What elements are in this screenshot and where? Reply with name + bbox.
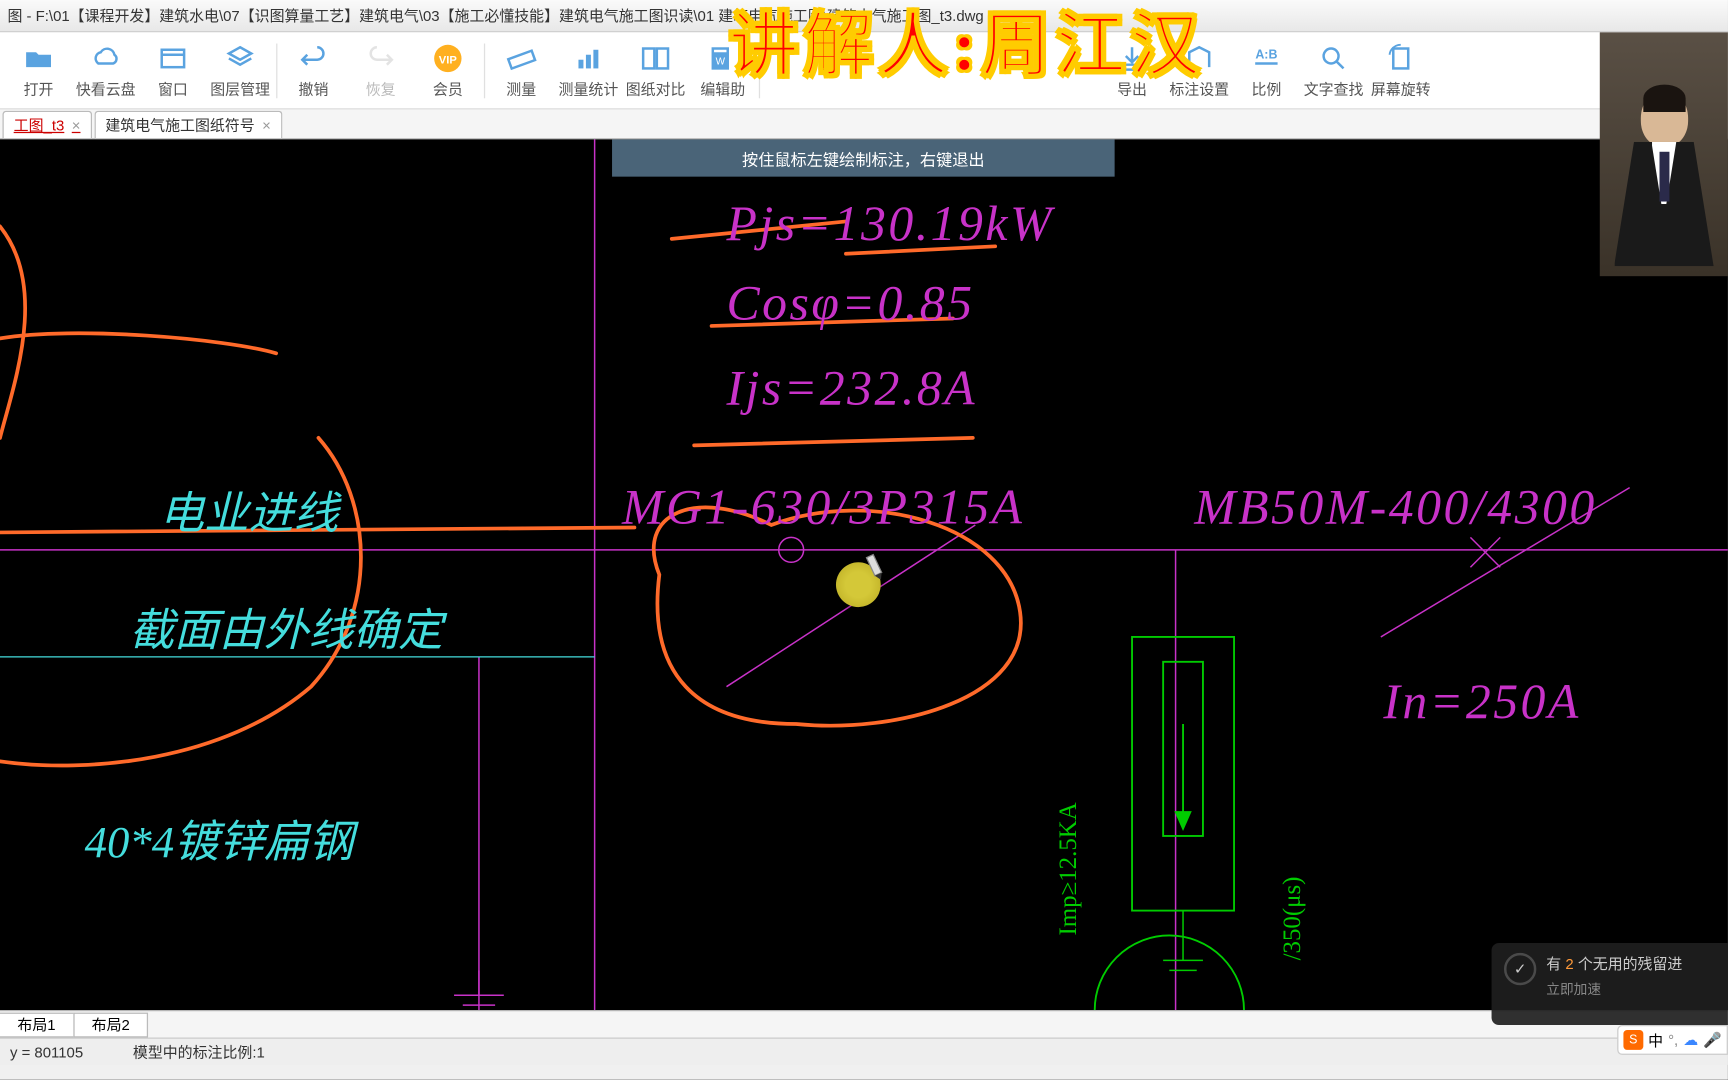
label-pjs: Pjs=130.19kW bbox=[726, 194, 1053, 252]
label-ijs: Ijs=232.8A bbox=[726, 358, 977, 416]
sogou-icon: S bbox=[1623, 1030, 1643, 1050]
mode-hint: 按住鼠标左键绘制标注，右键退出 bbox=[612, 139, 1115, 176]
presenter-webcam bbox=[1600, 32, 1728, 276]
presenter-overlay: 讲解人:周江汉 bbox=[729, 0, 1205, 91]
layout-tabs: 布局1布局2 bbox=[0, 1010, 1728, 1037]
doc-tab[interactable]: 工图_t3× bbox=[2, 111, 91, 138]
label-biangang: 40*4镀锌扁钢 bbox=[85, 806, 354, 871]
vip-icon: VIP bbox=[430, 41, 465, 76]
tool-ratio[interactable]: A:B比例 bbox=[1233, 34, 1300, 106]
doc-tab[interactable]: 建筑电气施工图纸符号× bbox=[94, 111, 282, 138]
layout-tab[interactable]: 布局2 bbox=[73, 1012, 148, 1037]
label-mb50: MB50M-400/4300 bbox=[1194, 478, 1596, 536]
tool-folder[interactable]: 打开 bbox=[5, 34, 72, 106]
close-icon[interactable]: × bbox=[72, 116, 81, 133]
label-mg1: MG1-630/3P315A bbox=[622, 478, 1024, 536]
label-jiemian: 截面由外线确定 bbox=[129, 595, 443, 660]
layers-icon bbox=[223, 41, 258, 76]
layout-tab[interactable]: 布局1 bbox=[0, 1012, 74, 1037]
system-notification[interactable]: ✓ 有 2 个无用的残留进 立即加速 bbox=[1492, 943, 1728, 1025]
tool-window[interactable]: 窗口 bbox=[139, 34, 206, 106]
tool-layers[interactable]: 图层管理 bbox=[207, 34, 274, 106]
cloud-icon bbox=[88, 41, 123, 76]
tool-redo[interactable]: 恢复 bbox=[347, 34, 414, 106]
svg-text:W: W bbox=[716, 57, 726, 68]
ratio-icon: A:B bbox=[1249, 41, 1284, 76]
tool-find[interactable]: 文字查找 bbox=[1300, 34, 1367, 106]
tool-stats[interactable]: 测量统计 bbox=[555, 34, 622, 106]
undo-icon bbox=[296, 41, 331, 76]
compare-icon bbox=[638, 41, 673, 76]
tool-vip[interactable]: VIP会员 bbox=[414, 34, 481, 106]
label-imp: Imp≥12.5KA bbox=[1055, 802, 1084, 935]
stats-icon bbox=[571, 41, 606, 76]
scale-readout: 模型中的标注比例:1 bbox=[133, 1041, 265, 1062]
label-cos: Cosφ=0.85 bbox=[726, 274, 974, 332]
folder-icon bbox=[21, 41, 56, 76]
window-icon bbox=[156, 41, 191, 76]
measure-icon bbox=[504, 41, 539, 76]
tool-measure[interactable]: 测量 bbox=[488, 34, 555, 106]
tool-compare[interactable]: 图纸对比 bbox=[622, 34, 689, 106]
label-dianye: 电业进线 bbox=[159, 478, 338, 543]
coord-readout: y = 801105 bbox=[10, 1043, 83, 1060]
tool-undo[interactable]: 撤销 bbox=[280, 34, 347, 106]
tool-rotate[interactable]: 屏幕旋转 bbox=[1367, 34, 1434, 106]
tool-cloud[interactable]: 快看云盘 bbox=[72, 34, 139, 106]
shield-icon: ✓ bbox=[1504, 953, 1536, 985]
close-icon[interactable]: × bbox=[262, 116, 271, 133]
document-tabs: 工图_t3×建筑电气施工图纸符号× bbox=[0, 109, 1728, 139]
drawing-canvas[interactable]: 按住鼠标左键绘制标注，右键退出 bbox=[0, 139, 1728, 1010]
rotate-icon bbox=[1383, 41, 1418, 76]
status-bar: y = 801105 模型中的标注比例:1 bbox=[0, 1037, 1728, 1064]
label-s350: /350(μs) bbox=[1279, 877, 1308, 961]
svg-text:A:B: A:B bbox=[1255, 47, 1277, 61]
label-in250: In=250A bbox=[1383, 672, 1580, 730]
ime-bar[interactable]: S 中°, ☁ 🎤 bbox=[1617, 1025, 1728, 1055]
svg-text:VIP: VIP bbox=[439, 54, 458, 66]
find-icon bbox=[1316, 41, 1351, 76]
redo-icon bbox=[363, 41, 398, 76]
